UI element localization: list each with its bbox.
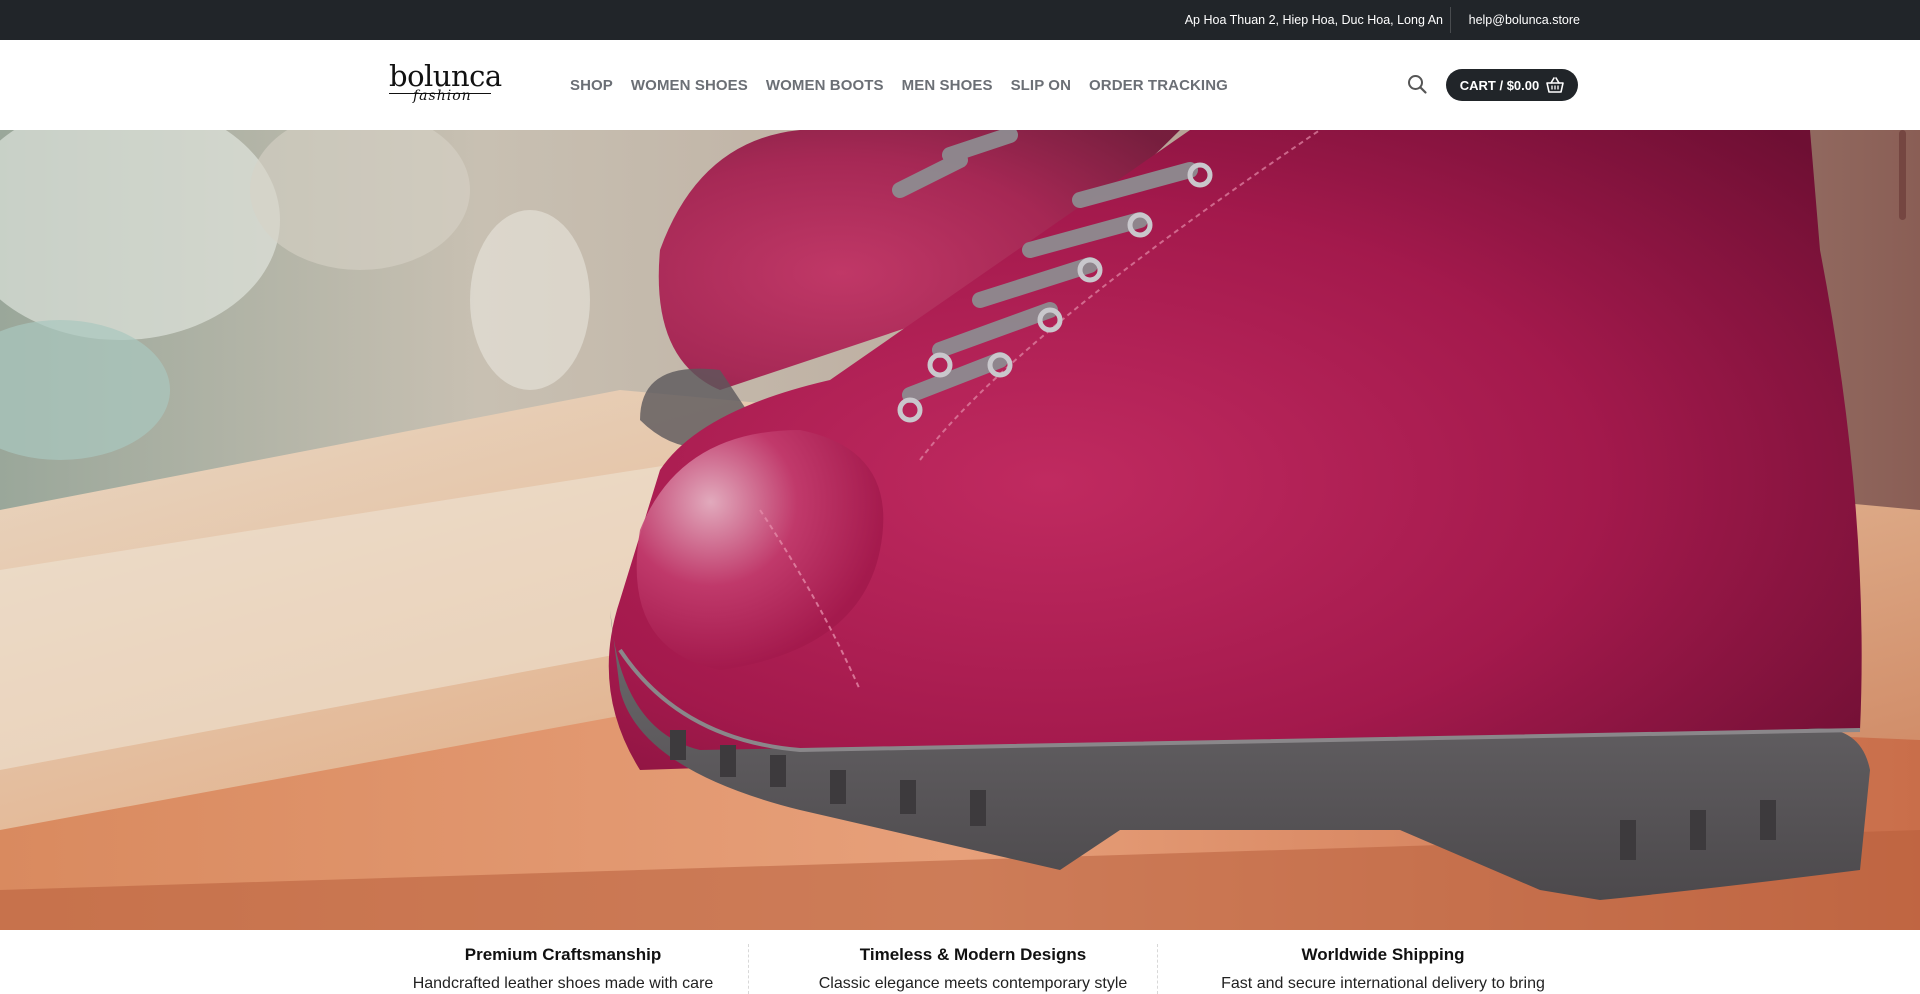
nav-item-order-tracking[interactable]: ORDER TRACKING [1089, 77, 1228, 94]
feature-title: Timeless & Modern Designs [859, 945, 1087, 964]
feature-divider [748, 944, 749, 994]
search-icon[interactable] [1406, 73, 1428, 95]
feature-title: Premium Craftsmanship [464, 945, 662, 964]
nav-item-women-boots[interactable]: WOMEN BOOTS [766, 77, 884, 94]
feature-shipping: Worldwide Shipping Fast and secure inter… [1193, 930, 1573, 993]
basket-icon [1546, 77, 1565, 93]
logo-script: fashion [413, 88, 472, 104]
top-bar: Ap Hoa Thuan 2, Hiep Hoa, Duc Hoa, Long … [0, 0, 1920, 40]
feature-title: Worldwide Shipping [1301, 945, 1465, 964]
nav-item-shop[interactable]: SHOP [570, 77, 613, 94]
hero-boot-image [0, 130, 1920, 930]
feature-divider [1157, 944, 1158, 994]
site-header: bolunca fashion SHOP WOMEN SHOES WOMEN B… [0, 40, 1920, 130]
feature-designs: Timeless & Modern Designs Classic elegan… [783, 930, 1163, 993]
feature-craftsmanship: Premium Craftsmanship Handcrafted leathe… [373, 930, 753, 993]
nav-item-slip-on[interactable]: SLIP ON [1011, 77, 1071, 94]
store-address: Ap Hoa Thuan 2, Hiep Hoa, Duc Hoa, Long … [1184, 13, 1443, 27]
features-row: Premium Craftsmanship Handcrafted leathe… [0, 930, 1920, 994]
top-bar-divider [1450, 7, 1451, 33]
brand-logo[interactable]: bolunca fashion [389, 59, 502, 109]
nav-item-women-shoes[interactable]: WOMEN SHOES [631, 77, 748, 94]
main-nav: SHOP WOMEN SHOES WOMEN BOOTS MEN SHOES S… [570, 40, 1246, 130]
hero-banner [0, 130, 1920, 930]
cart-label: CART / $0.00 [1459, 77, 1540, 93]
feature-text: Fast and secure international delivery t… [1221, 975, 1545, 992]
cart-button[interactable]: CART / $0.00 [1446, 69, 1578, 101]
store-email-link[interactable]: help@bolunca.store [1469, 0, 1580, 40]
feature-text: Handcrafted leather shoes made with care [412, 975, 714, 992]
hero-scroll-handle[interactable] [1899, 130, 1906, 220]
nav-item-men-shoes[interactable]: MEN SHOES [902, 77, 993, 94]
feature-text: Classic elegance meets contemporary styl… [818, 975, 1128, 992]
